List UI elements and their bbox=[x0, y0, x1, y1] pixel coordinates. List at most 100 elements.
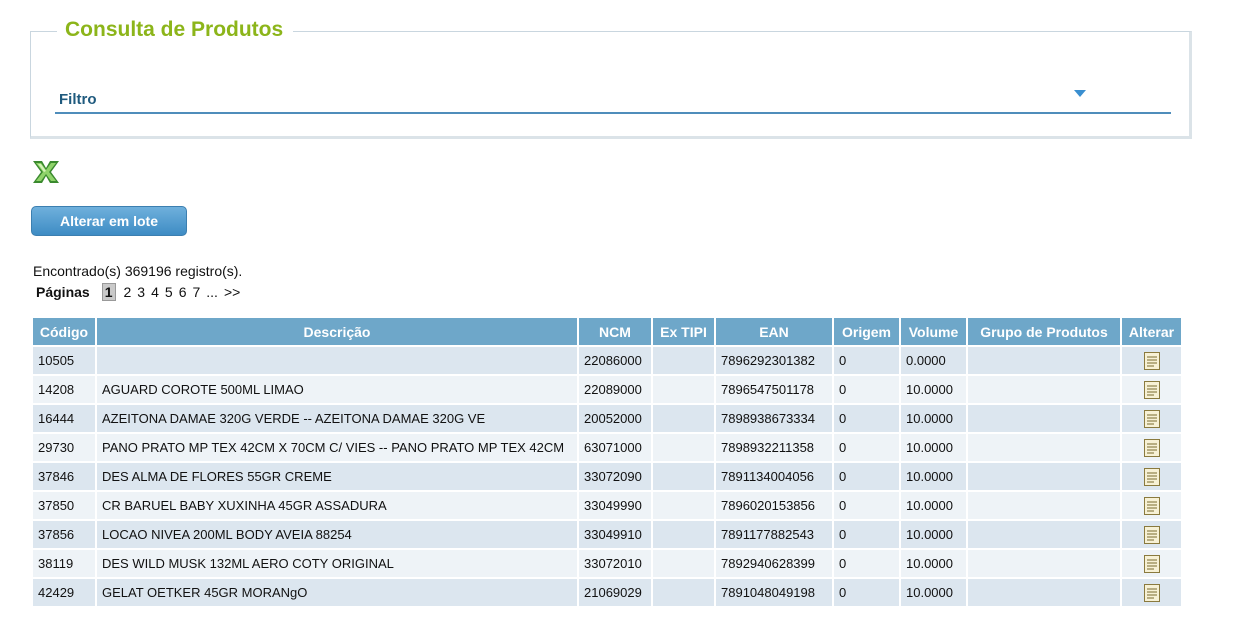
results-count: Encontrado(s) 369196 registro(s). bbox=[33, 263, 243, 279]
page-link-2[interactable]: 2 bbox=[124, 284, 132, 300]
cell-ean: 7896020153856 bbox=[716, 492, 832, 519]
cell-ex-tipi bbox=[653, 405, 714, 432]
filter-panel: Consulta de Produtos Filtro bbox=[30, 17, 1192, 139]
cell-codigo: 42429 bbox=[33, 579, 95, 606]
page-link-5[interactable]: 5 bbox=[165, 284, 173, 300]
cell-origem: 0 bbox=[834, 376, 899, 403]
cell-codigo: 37856 bbox=[33, 521, 95, 548]
edit-document-icon[interactable] bbox=[1143, 380, 1161, 400]
cell-ex-tipi bbox=[653, 550, 714, 577]
cell-ean: 7891048049198 bbox=[716, 579, 832, 606]
edit-document-icon[interactable] bbox=[1143, 583, 1161, 603]
cell-origem: 0 bbox=[834, 463, 899, 490]
cell-ex-tipi bbox=[653, 579, 714, 606]
cell-ncm: 33072090 bbox=[579, 463, 651, 490]
cell-origem: 0 bbox=[834, 579, 899, 606]
cell-codigo: 29730 bbox=[33, 434, 95, 461]
column-header-ncm[interactable]: NCM bbox=[579, 318, 651, 345]
cell-volume: 10.0000 bbox=[901, 550, 966, 577]
cell-codigo: 10505 bbox=[33, 347, 95, 374]
cell-descricao: DES ALMA DE FLORES 55GR CREME bbox=[97, 463, 577, 490]
cell-descricao: AGUARD COROTE 500ML LIMAO bbox=[97, 376, 577, 403]
column-header-origem[interactable]: Origem bbox=[834, 318, 899, 345]
cell-volume: 10.0000 bbox=[901, 463, 966, 490]
page-link-4[interactable]: 4 bbox=[151, 284, 159, 300]
edit-document-icon[interactable] bbox=[1143, 554, 1161, 574]
page-link-6[interactable]: 6 bbox=[179, 284, 187, 300]
cell-volume: 10.0000 bbox=[901, 521, 966, 548]
column-header-grupo[interactable]: Grupo de Produtos bbox=[968, 318, 1120, 345]
cell-volume: 10.0000 bbox=[901, 434, 966, 461]
cell-alterar bbox=[1122, 492, 1181, 519]
page-next-link[interactable]: >> bbox=[224, 284, 240, 300]
cell-grupo bbox=[968, 521, 1120, 548]
cell-descricao bbox=[97, 347, 577, 374]
cell-descricao: DES WILD MUSK 132ML AERO COTY ORIGINAL bbox=[97, 550, 577, 577]
cell-ex-tipi bbox=[653, 463, 714, 490]
cell-origem: 0 bbox=[834, 550, 899, 577]
page-title: Consulta de Produtos bbox=[57, 17, 294, 43]
column-header-descricao[interactable]: Descrição bbox=[97, 318, 577, 345]
column-header-volume[interactable]: Volume bbox=[901, 318, 966, 345]
cell-alterar bbox=[1122, 405, 1181, 432]
cell-ean: 7896292301382 bbox=[716, 347, 832, 374]
cell-ncm: 33049910 bbox=[579, 521, 651, 548]
cell-ncm: 22086000 bbox=[579, 347, 651, 374]
cell-grupo bbox=[968, 376, 1120, 403]
cell-origem: 0 bbox=[834, 434, 899, 461]
filter-dropdown[interactable]: Filtro bbox=[55, 84, 1171, 114]
page-link-3[interactable]: 3 bbox=[137, 284, 145, 300]
batch-edit-button[interactable]: Alterar em lote bbox=[31, 206, 187, 236]
cell-grupo bbox=[968, 579, 1120, 606]
cell-ean: 7891134004056 bbox=[716, 463, 832, 490]
cell-codigo: 16444 bbox=[33, 405, 95, 432]
table-row: 37850 CR BARUEL BABY XUXINHA 45GR ASSADUR… bbox=[33, 492, 1181, 519]
table-row: 37846 DES ALMA DE FLORES 55GR CREME 330720… bbox=[33, 463, 1181, 490]
cell-ean: 7898938673334 bbox=[716, 405, 832, 432]
chevron-down-icon[interactable] bbox=[1074, 90, 1086, 97]
cell-ean: 7891177882543 bbox=[716, 521, 832, 548]
cell-descricao: PANO PRATO MP TEX 42CM X 70CM C/ VIES --… bbox=[97, 434, 577, 461]
cell-ex-tipi bbox=[653, 492, 714, 519]
edit-document-icon[interactable] bbox=[1143, 525, 1161, 545]
cell-origem: 0 bbox=[834, 347, 899, 374]
cell-ncm: 33049990 bbox=[579, 492, 651, 519]
cell-grupo bbox=[968, 434, 1120, 461]
cell-ncm: 63071000 bbox=[579, 434, 651, 461]
edit-document-icon[interactable] bbox=[1143, 351, 1161, 371]
table-row: 38119 DES WILD MUSK 132ML AERO COTY ORIGI… bbox=[33, 550, 1181, 577]
filter-label: Filtro bbox=[59, 91, 97, 108]
edit-document-icon[interactable] bbox=[1143, 438, 1161, 458]
pagination-label: Páginas bbox=[36, 284, 90, 300]
column-header-ean[interactable]: EAN bbox=[716, 318, 832, 345]
pagination: Páginas 1 2 3 4 5 6 7 ... >> bbox=[36, 283, 246, 301]
column-header-ex-tipi[interactable]: Ex TIPI bbox=[653, 318, 714, 345]
cell-alterar bbox=[1122, 579, 1181, 606]
excel-export-icon[interactable] bbox=[31, 158, 61, 186]
cell-alterar bbox=[1122, 434, 1181, 461]
cell-volume: 10.0000 bbox=[901, 405, 966, 432]
edit-document-icon[interactable] bbox=[1143, 496, 1161, 516]
cell-alterar bbox=[1122, 550, 1181, 577]
cell-ean: 7892940628399 bbox=[716, 550, 832, 577]
cell-grupo bbox=[968, 347, 1120, 374]
cell-alterar bbox=[1122, 521, 1181, 548]
cell-codigo: 38119 bbox=[33, 550, 95, 577]
cell-codigo: 37846 bbox=[33, 463, 95, 490]
cell-ncm: 22089000 bbox=[579, 376, 651, 403]
table-row: 37856 LOCAO NIVEA 200ML BODY AVEIA 88254 3… bbox=[33, 521, 1181, 548]
column-header-codigo[interactable]: Código bbox=[33, 318, 95, 345]
cell-grupo bbox=[968, 550, 1120, 577]
edit-document-icon[interactable] bbox=[1143, 409, 1161, 429]
cell-volume: 10.0000 bbox=[901, 376, 966, 403]
products-table: Código Descrição NCM Ex TIPI EAN Origem … bbox=[31, 316, 1183, 608]
cell-codigo: 37850 bbox=[33, 492, 95, 519]
edit-document-icon[interactable] bbox=[1143, 467, 1161, 487]
page-link-1[interactable]: 1 bbox=[101, 283, 116, 301]
cell-origem: 0 bbox=[834, 405, 899, 432]
cell-volume: 10.0000 bbox=[901, 579, 966, 606]
cell-ean: 7896547501178 bbox=[716, 376, 832, 403]
cell-ncm: 33072010 bbox=[579, 550, 651, 577]
page-link-7[interactable]: 7 bbox=[192, 284, 200, 300]
cell-descricao: LOCAO NIVEA 200ML BODY AVEIA 88254 bbox=[97, 521, 577, 548]
